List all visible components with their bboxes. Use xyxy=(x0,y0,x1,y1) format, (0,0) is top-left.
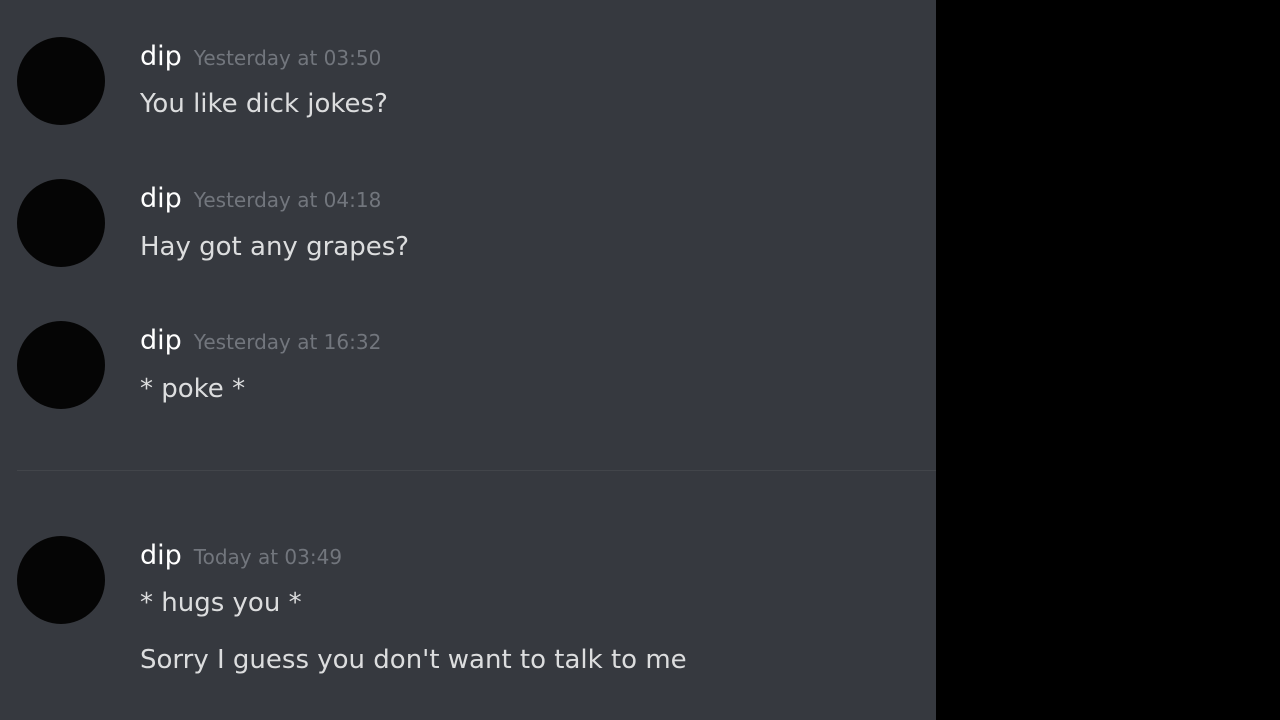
username[interactable]: dip xyxy=(140,183,182,214)
message-header: dip Yesterday at 16:32 xyxy=(140,321,381,361)
message-header: dip Yesterday at 03:50 xyxy=(140,37,381,77)
message-text: You like dick jokes? xyxy=(140,89,388,119)
username[interactable]: dip xyxy=(140,540,182,571)
user-avatar[interactable] xyxy=(17,179,105,267)
user-avatar[interactable] xyxy=(17,536,105,624)
message-header: dip Today at 03:49 xyxy=(140,536,342,576)
chat-panel: dip Yesterday at 03:50 You like dick joke… xyxy=(0,0,936,720)
message-header: dip Yesterday at 04:18 xyxy=(140,179,381,219)
message-timestamp: Yesterday at 03:50 xyxy=(193,46,382,70)
empty-black-area xyxy=(936,0,1280,720)
user-avatar[interactable] xyxy=(17,321,105,409)
message-text: * poke * xyxy=(140,374,246,404)
username[interactable]: dip xyxy=(140,41,182,72)
day-divider xyxy=(17,470,936,471)
message-text: Sorry I guess you don't want to talk to … xyxy=(140,645,687,675)
user-avatar[interactable] xyxy=(17,37,105,125)
username[interactable]: dip xyxy=(140,325,182,356)
message-timestamp: Yesterday at 04:18 xyxy=(193,188,382,212)
message-timestamp: Today at 03:49 xyxy=(193,545,343,569)
message-text: * hugs you * xyxy=(140,588,302,618)
message-timestamp: Yesterday at 16:32 xyxy=(193,330,382,354)
message-text: Hay got any grapes? xyxy=(140,232,410,262)
